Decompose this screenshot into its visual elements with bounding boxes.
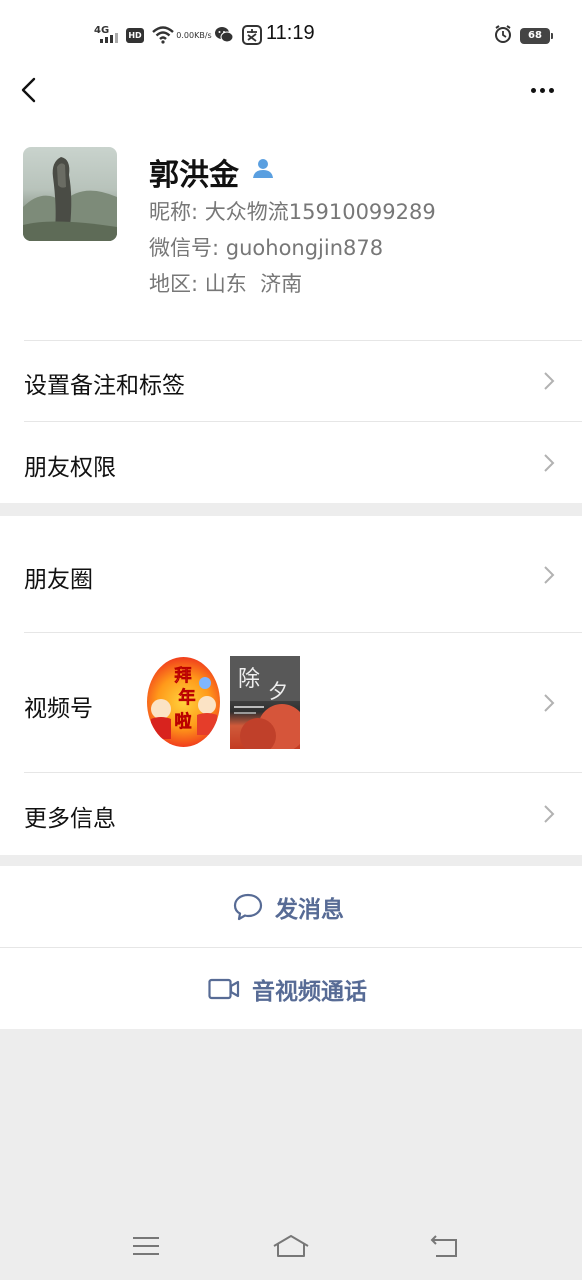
chevron-right-icon — [544, 805, 555, 823]
video-call-label: 音视频通话 — [252, 978, 367, 1005]
moments-row[interactable]: 朋友圈 — [0, 516, 582, 632]
status-icons-right: 68 — [494, 25, 553, 47]
nav-bar — [0, 70, 582, 110]
channel-thumbnail[interactable]: 除 夕 — [230, 656, 300, 749]
home-icon[interactable] — [272, 1232, 310, 1260]
wechat-id-label: 微信号: — [149, 236, 220, 260]
channel-thumbnail-text-3: 啦 — [175, 711, 192, 732]
app-notification-icon — [242, 25, 262, 45]
alarm-icon — [494, 25, 512, 47]
more-options-button[interactable] — [524, 76, 560, 104]
more-info-label: 更多信息 — [24, 806, 116, 832]
video-camera-icon — [208, 978, 240, 999]
speed-unit: KB/s — [194, 30, 212, 40]
region-label: 地区: — [149, 272, 199, 296]
chevron-right-icon — [544, 566, 555, 584]
channel-thumbnail-text-1: 拜 — [175, 665, 192, 686]
friend-permissions-row[interactable]: 朋友权限 — [0, 422, 582, 503]
clock: 11:19 — [266, 22, 315, 44]
content-group: 朋友圈 视频号 拜 年 啦 除 夕 更多信息 — [0, 516, 582, 855]
settings-group: 设置备注和标签 朋友权限 — [0, 340, 582, 503]
contact-name: 郭洪金 — [149, 158, 239, 193]
chat-bubble-icon — [233, 893, 263, 920]
chevron-right-icon — [544, 454, 555, 472]
channels-row[interactable]: 视频号 拜 年 啦 除 夕 — [0, 633, 582, 772]
nickname-label: 昵称: — [149, 200, 199, 224]
video-call-content: 音视频通话 — [208, 948, 367, 1029]
contact-person-icon — [251, 156, 275, 180]
cellular-signal-icon: 4G — [94, 25, 118, 45]
contact-profile-page: 4G HD 0.00 KB/s 11:19 68 郭洪金 昵称: 大众物流159… — [0, 0, 582, 1280]
nickname-line: 昵称: 大众物流15910099289 — [149, 196, 436, 226]
video-call-button[interactable]: 音视频通话 — [0, 948, 582, 1029]
moments-label: 朋友圈 — [24, 567, 93, 593]
speed-value: 0.00 — [176, 30, 195, 40]
profile-header: 郭洪金 昵称: 大众物流15910099289 微信号: guohongjin8… — [0, 110, 582, 340]
channels-label: 视频号 — [24, 696, 93, 722]
back-icon[interactable] — [428, 1232, 460, 1260]
more-dot-icon — [548, 87, 554, 93]
send-message-content: 发消息 — [233, 866, 344, 947]
region-value: 山东 济南 — [204, 272, 303, 296]
more-dot-icon — [539, 87, 545, 93]
remarks-tags-row[interactable]: 设置备注和标签 — [0, 340, 582, 421]
channel-thumbnail-text-4: 除 — [238, 667, 260, 692]
channel-thumbnail-text-5: 夕 — [268, 679, 288, 703]
more-dot-icon — [530, 87, 536, 93]
chevron-right-icon — [544, 372, 555, 390]
back-arrow-icon — [21, 77, 36, 103]
more-info-row[interactable]: 更多信息 — [0, 773, 582, 855]
channel-thumbnail[interactable]: 拜 年 啦 — [147, 657, 220, 747]
status-bar: 4G HD 0.00 KB/s 11:19 68 — [0, 0, 582, 70]
channel-thumbnail-text-2: 年 — [179, 687, 196, 708]
nickname-value: 大众物流15910099289 — [204, 200, 436, 224]
hd-icon: HD — [126, 27, 144, 43]
wechat-id-line: 微信号: guohongjin878 — [149, 232, 383, 262]
friend-permissions-label: 朋友权限 — [24, 455, 116, 481]
battery-icon: 68 — [520, 28, 553, 44]
wifi-icon — [152, 26, 174, 44]
wechat-notification-icon — [214, 26, 234, 44]
menu-icon[interactable] — [130, 1232, 162, 1260]
back-button[interactable] — [14, 74, 46, 106]
system-navigation-bar — [0, 1210, 582, 1280]
status-icons-left: 4G HD 0.00 KB/s — [94, 22, 270, 48]
send-message-label: 发消息 — [275, 896, 344, 923]
region-line: 地区: 山东 济南 — [149, 268, 302, 298]
avatar[interactable] — [23, 147, 117, 241]
wechat-id-value[interactable]: guohongjin878 — [226, 236, 383, 260]
send-message-button[interactable]: 发消息 — [0, 866, 582, 947]
chevron-right-icon — [544, 694, 555, 712]
network-speed: 0.00 KB/s — [176, 31, 211, 40]
remarks-tags-label: 设置备注和标签 — [24, 373, 185, 399]
